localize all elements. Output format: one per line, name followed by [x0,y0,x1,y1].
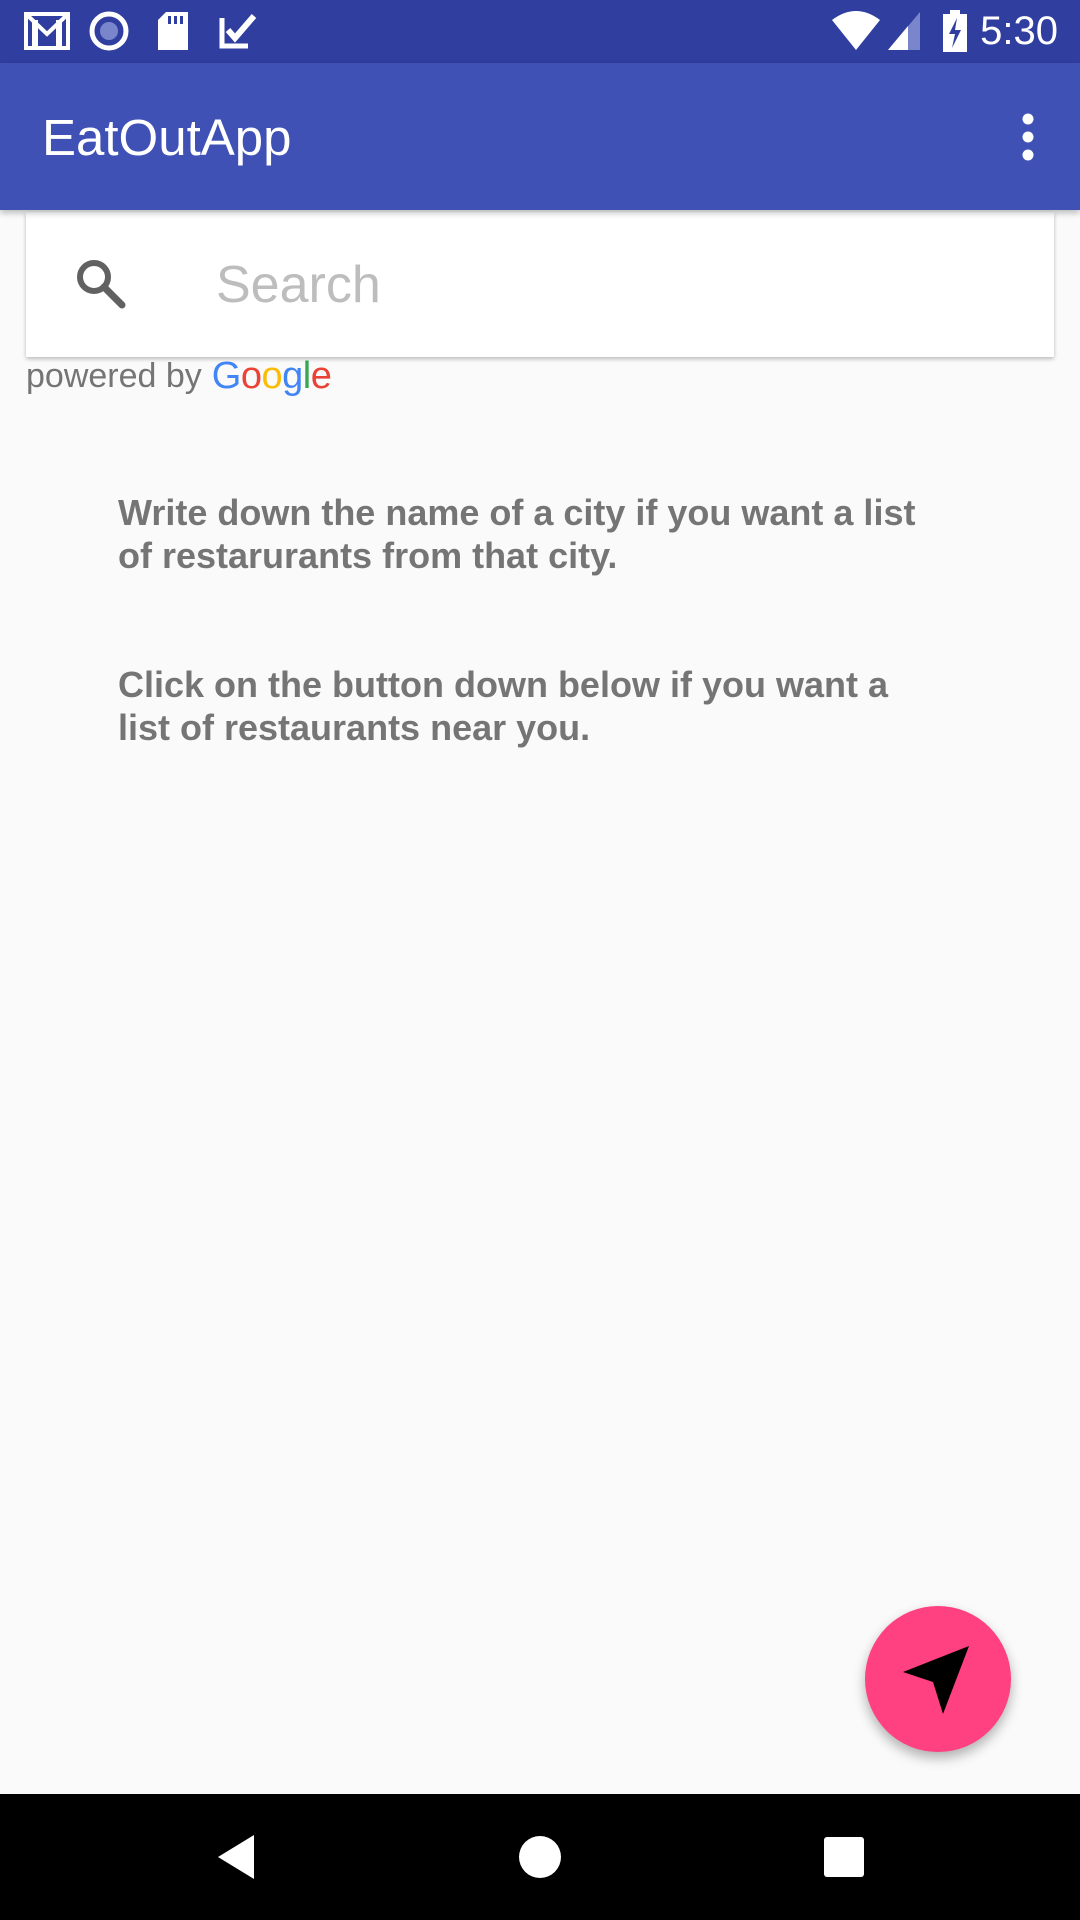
google-letter-4: g [282,354,303,397]
status-time: 5:30 [980,9,1058,53]
nearby-instruction: Click on the button down below if you wa… [118,664,888,748]
navigation-arrow-icon [903,1646,969,1714]
powered-by-label: powered by [26,356,202,395]
search-card [26,212,1054,357]
back-icon[interactable] [200,1821,272,1893]
record-icon [89,11,129,51]
search-input[interactable] [214,247,1016,322]
sd-card-icon [158,12,188,50]
google-letter-2: o [240,354,262,397]
city-search-instruction: Write down the name of a city if you wan… [118,492,916,576]
status-bar: 5:30 [0,0,1080,63]
wifi-icon [832,11,880,50]
recents-icon[interactable] [808,1821,880,1893]
overflow-menu-button[interactable] [992,101,1064,173]
google-letter-3: o [261,354,283,397]
task-check-icon [219,14,257,49]
battery-charging-icon [943,10,967,52]
gmail-icon [24,12,70,50]
app-title: EatOutApp [42,109,292,166]
google-letter-5: l [302,354,311,397]
system-nav-bar [0,1794,1080,1920]
google-logo: Google [212,355,332,398]
app-bar: EatOutApp [0,63,1080,210]
nearby-restaurants-fab[interactable] [865,1606,1011,1752]
powered-by-google: powered by Google [26,352,332,400]
cell-signal-icon [888,12,920,50]
google-letter-6: e [310,354,332,397]
search-icon[interactable] [71,254,131,314]
google-letter-1: G [211,354,242,397]
home-icon[interactable] [504,1821,576,1893]
more-vert-icon [1022,113,1034,161]
